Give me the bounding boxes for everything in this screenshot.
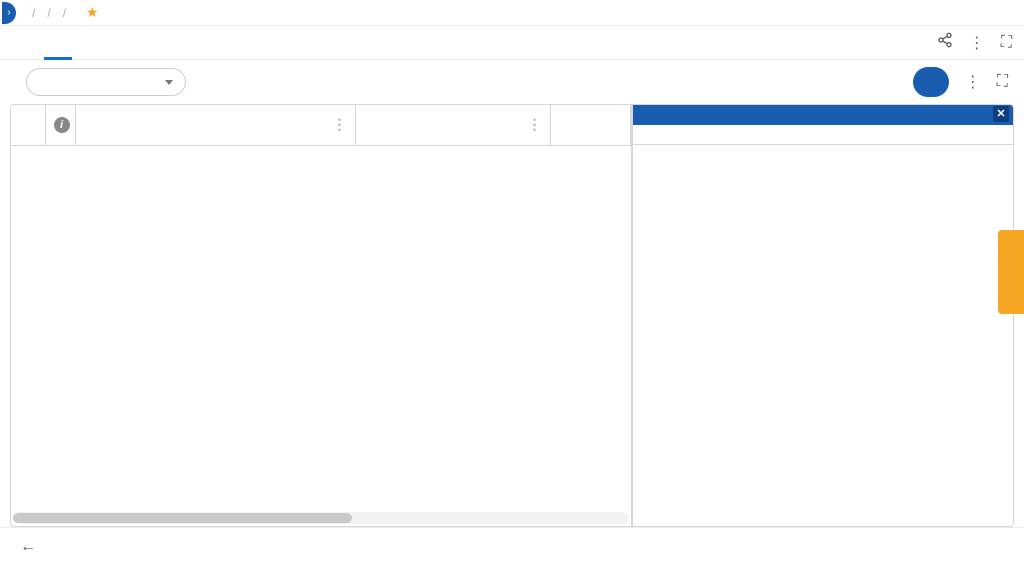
col-checkbox-header bbox=[11, 105, 45, 145]
task-filter-select[interactable] bbox=[26, 68, 186, 96]
gantt-chart: ✕ bbox=[633, 105, 1014, 526]
tab-bar: ⋮ ⛶ bbox=[0, 26, 1024, 60]
tab-details[interactable] bbox=[16, 26, 44, 60]
checkout-button[interactable] bbox=[913, 67, 949, 97]
feedback-tab[interactable] bbox=[998, 230, 1024, 314]
crumb-sep: / bbox=[63, 6, 66, 20]
col-id-header[interactable]: ⋮ bbox=[75, 105, 355, 145]
gantt-month-header: ✕ bbox=[633, 105, 1014, 125]
tab-activity[interactable] bbox=[100, 26, 128, 60]
col-planned-start-header[interactable] bbox=[550, 105, 630, 145]
crumb-sep: / bbox=[47, 6, 50, 20]
share-icon[interactable] bbox=[937, 32, 953, 53]
grid-toolbar: ⋮ ⛶ bbox=[0, 60, 1024, 104]
expand-icon[interactable]: ⛶ bbox=[1001, 34, 1012, 52]
gantt-close-icon[interactable]: ✕ bbox=[993, 106, 1009, 122]
col-name-menu-icon[interactable]: ⋮ bbox=[528, 116, 542, 133]
col-id-menu-icon[interactable]: ⋮ bbox=[333, 116, 347, 133]
back-arrow-icon[interactable]: ← bbox=[20, 538, 36, 556]
star-icon[interactable]: ★ bbox=[86, 4, 99, 21]
task-grid: ⋮ ⋮ bbox=[11, 105, 633, 526]
crumb-sep: / bbox=[32, 6, 35, 20]
grid-horizontal-scrollbar[interactable] bbox=[13, 512, 629, 524]
work-area: ⋮ ⋮ ✕ bbox=[10, 104, 1014, 527]
gantt-body[interactable] bbox=[633, 145, 1014, 526]
info-icon bbox=[54, 117, 70, 133]
sidebar-toggle[interactable]: › bbox=[2, 2, 16, 24]
grid-expand-icon[interactable]: ⛶ bbox=[997, 73, 1008, 91]
tab-comments[interactable] bbox=[72, 26, 100, 60]
kebab-icon[interactable]: ⋮ bbox=[969, 33, 985, 53]
grid-kebab-icon[interactable]: ⋮ bbox=[965, 72, 981, 92]
return-bar: ← bbox=[0, 527, 1024, 565]
gantt-day-scale bbox=[633, 125, 1014, 145]
tab-tasks[interactable] bbox=[44, 26, 72, 60]
tab-more[interactable] bbox=[128, 26, 156, 60]
col-info-header bbox=[45, 105, 75, 145]
breadcrumb-bar: › / / / ★ bbox=[0, 0, 1024, 26]
col-name-header[interactable]: ⋮ bbox=[355, 105, 550, 145]
